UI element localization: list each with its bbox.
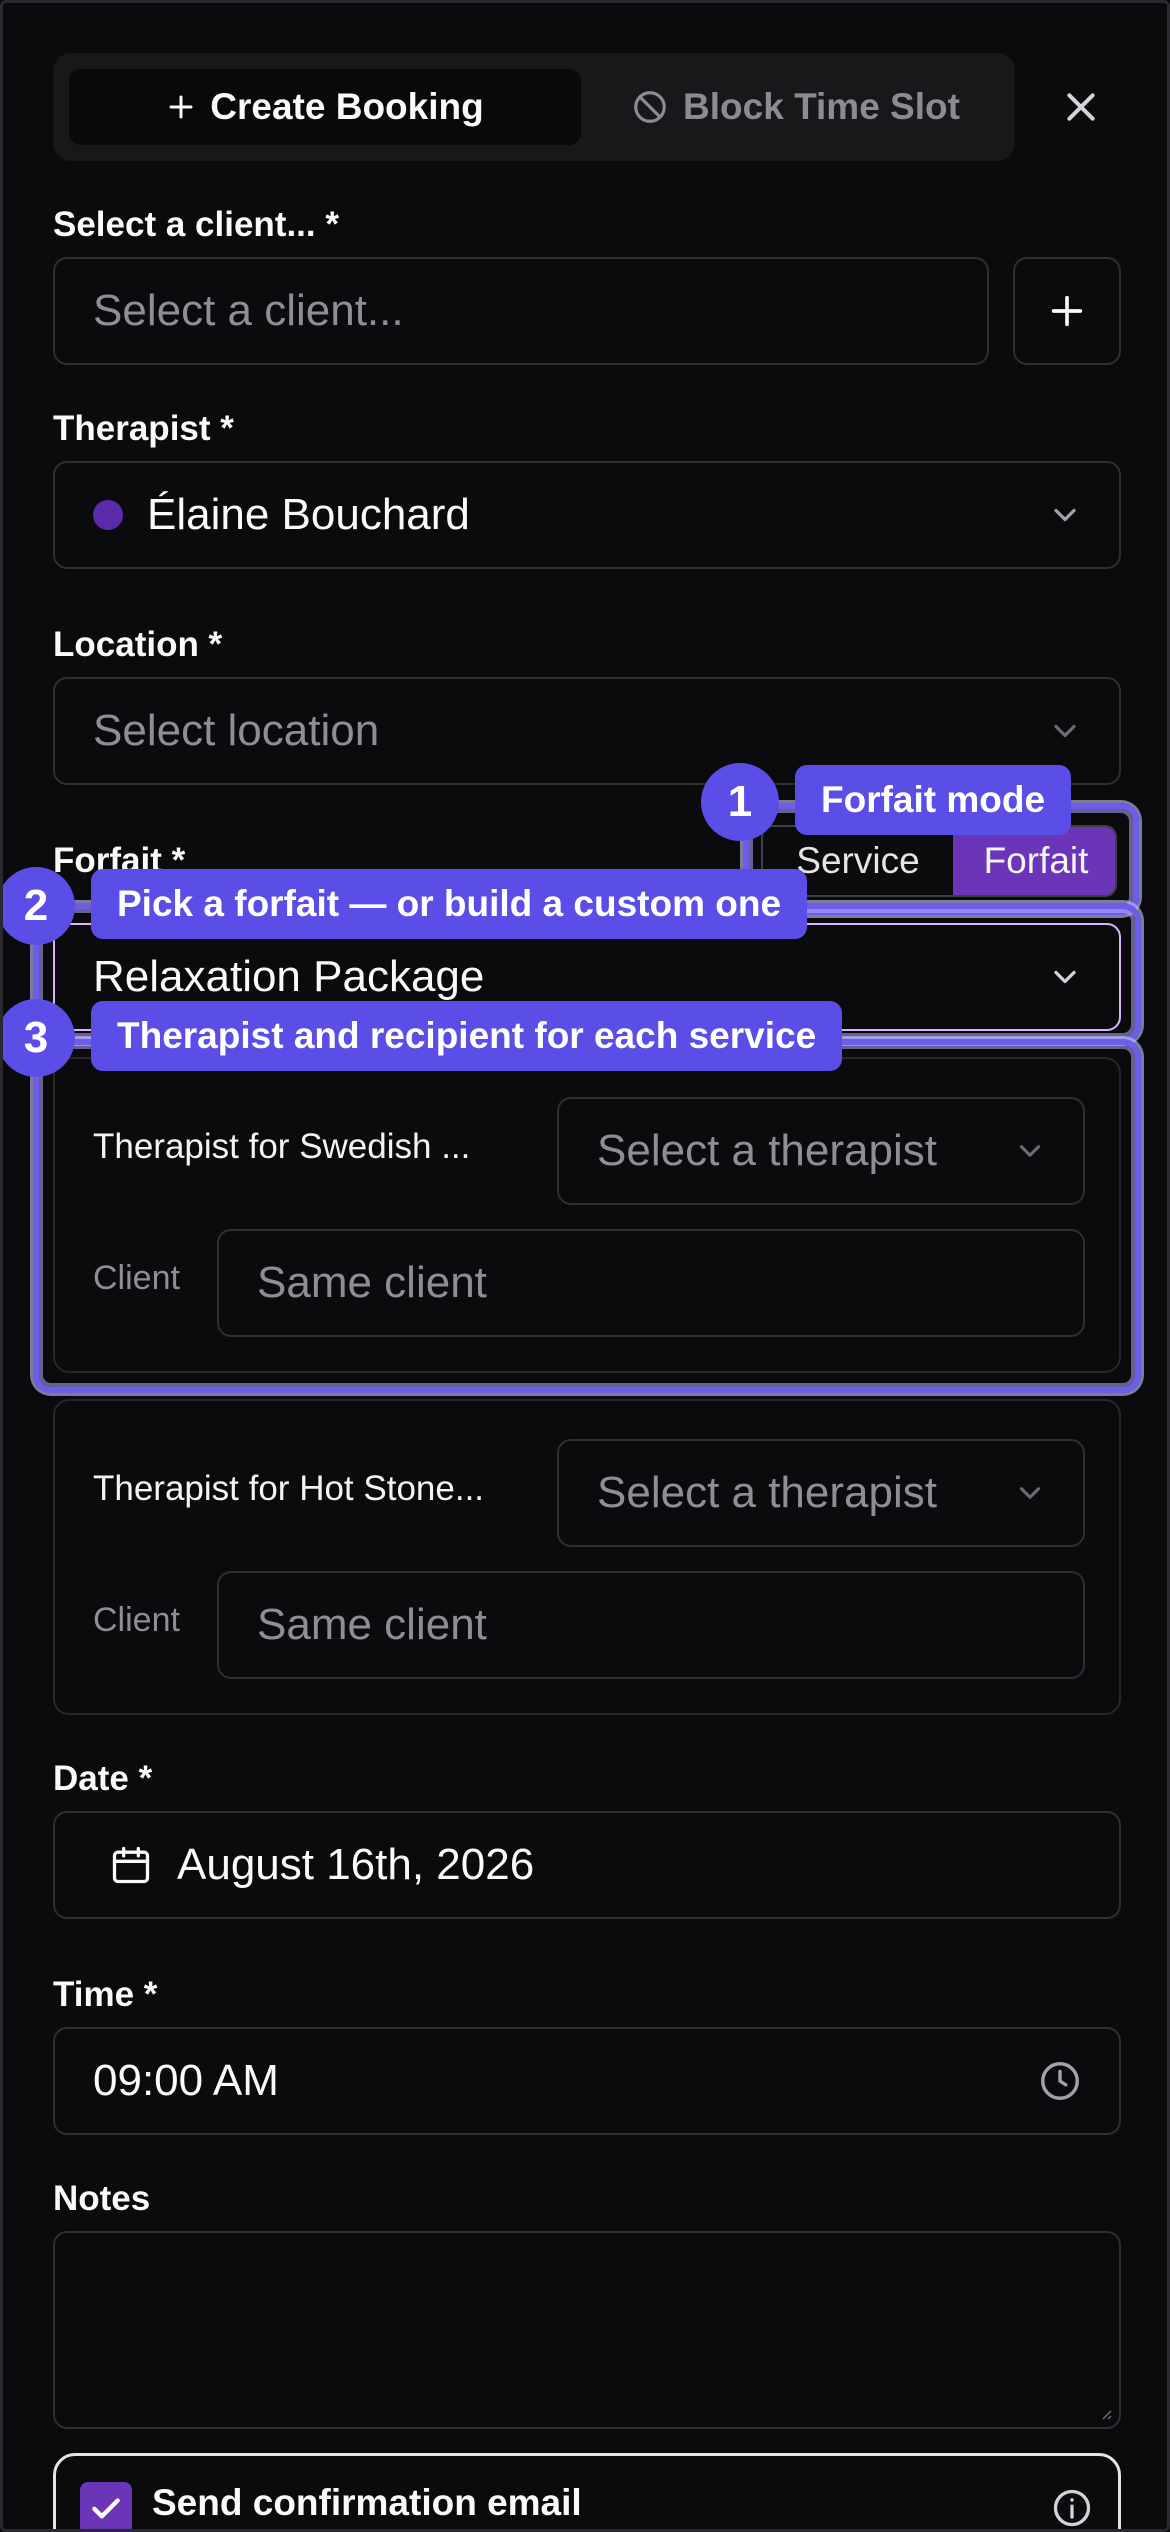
calendar-icon xyxy=(112,1846,150,1884)
service-therapist-label: Therapist for Swedish ... xyxy=(93,1127,471,1166)
location-placeholder: Select location xyxy=(93,706,380,755)
time-value: 09:00 AM xyxy=(93,2056,279,2105)
confirmation-email-row[interactable]: Send confirmation email xyxy=(53,2453,1121,2530)
notes-textarea[interactable] xyxy=(53,2231,1121,2429)
tab-create-booking[interactable]: Create Booking xyxy=(69,69,581,145)
tour-step-number: 3 xyxy=(3,999,75,1077)
location-label: Location * xyxy=(53,625,223,664)
service-therapist-placeholder: Select a therapist xyxy=(597,1468,937,1517)
client-placeholder: Select a client... xyxy=(93,286,404,335)
service-therapist-select[interactable]: Select a therapist xyxy=(557,1097,1085,1205)
close-icon xyxy=(1067,93,1095,121)
date-label: Date * xyxy=(53,1759,153,1798)
service-client-input[interactable]: Same client xyxy=(217,1571,1085,1679)
date-value: August 16th, 2026 xyxy=(177,1840,535,1889)
service-therapist-placeholder: Select a therapist xyxy=(597,1126,937,1175)
therapist-label: Therapist * xyxy=(53,409,234,448)
time-input[interactable]: 09:00 AM xyxy=(53,2027,1121,2135)
date-picker[interactable]: August 16th, 2026 xyxy=(53,1811,1121,1919)
chevron-down-icon xyxy=(1019,1145,1041,1157)
booking-mode-tabs: Create Booking Block Time Slot xyxy=(53,53,1015,161)
service-card: Therapist for Hot Stone... Select a ther… xyxy=(53,1399,1121,1715)
therapist-select[interactable]: Élaine Bouchard xyxy=(53,461,1121,569)
tab-block-time-slot[interactable]: Block Time Slot xyxy=(593,69,998,145)
tour-step-text: Pick a forfait — or build a custom one xyxy=(91,869,808,939)
chevron-down-icon xyxy=(1054,508,1076,522)
tab-create-booking-label: Create Booking xyxy=(210,86,484,127)
service-client-label: Client xyxy=(93,1259,180,1297)
plus-icon xyxy=(1051,295,1083,327)
tab-block-time-slot-label: Block Time Slot xyxy=(683,86,960,127)
tour-step-number: 2 xyxy=(3,867,75,945)
mode-option-forfait[interactable]: Forfait xyxy=(953,827,1115,895)
ban-icon xyxy=(634,91,666,123)
close-button[interactable] xyxy=(1053,79,1109,135)
notes-label: Notes xyxy=(53,2179,151,2218)
confirmation-checkbox[interactable] xyxy=(80,2482,132,2529)
check-icon xyxy=(92,2498,120,2519)
service-therapist-select[interactable]: Select a therapist xyxy=(557,1439,1085,1547)
service-client-input[interactable]: Same client xyxy=(217,1229,1085,1337)
chevron-down-icon xyxy=(1019,1487,1041,1499)
chevron-down-icon xyxy=(1054,724,1076,738)
booking-dialog: Create Booking Block Time Slot Select a … xyxy=(0,0,1170,2532)
forfait-mode-toggle: Service Forfait xyxy=(761,825,1117,897)
service-client-label: Client xyxy=(93,1601,180,1639)
tour-step-text: Therapist and recipient for each service xyxy=(91,1001,843,1071)
confirmation-label: Send confirmation email xyxy=(152,2482,582,2523)
resize-handle-icon[interactable] xyxy=(1099,2407,1113,2421)
service-client-placeholder: Same client xyxy=(257,1600,487,1649)
service-therapist-label: Therapist for Hot Stone... xyxy=(93,1469,485,1508)
forfait-value: Relaxation Package xyxy=(93,952,485,1001)
tour-step-text: Forfait mode xyxy=(795,765,1072,835)
add-client-button[interactable] xyxy=(1013,257,1121,365)
chevron-down-icon xyxy=(1054,970,1076,984)
info-icon[interactable] xyxy=(1050,2486,1094,2530)
therapist-color-dot xyxy=(93,500,123,530)
tour-step-number: 1 xyxy=(701,763,779,841)
client-label: Select a client... * xyxy=(53,205,339,244)
plus-icon xyxy=(169,95,193,119)
therapist-value: Élaine Bouchard xyxy=(147,490,470,539)
service-client-placeholder: Same client xyxy=(257,1258,487,1307)
service-card: Therapist for Swedish ... Select a thera… xyxy=(53,1057,1121,1373)
time-label: Time * xyxy=(53,1975,158,2014)
clock-icon xyxy=(1041,2062,1079,2100)
client-select[interactable]: Select a client... xyxy=(53,257,989,365)
